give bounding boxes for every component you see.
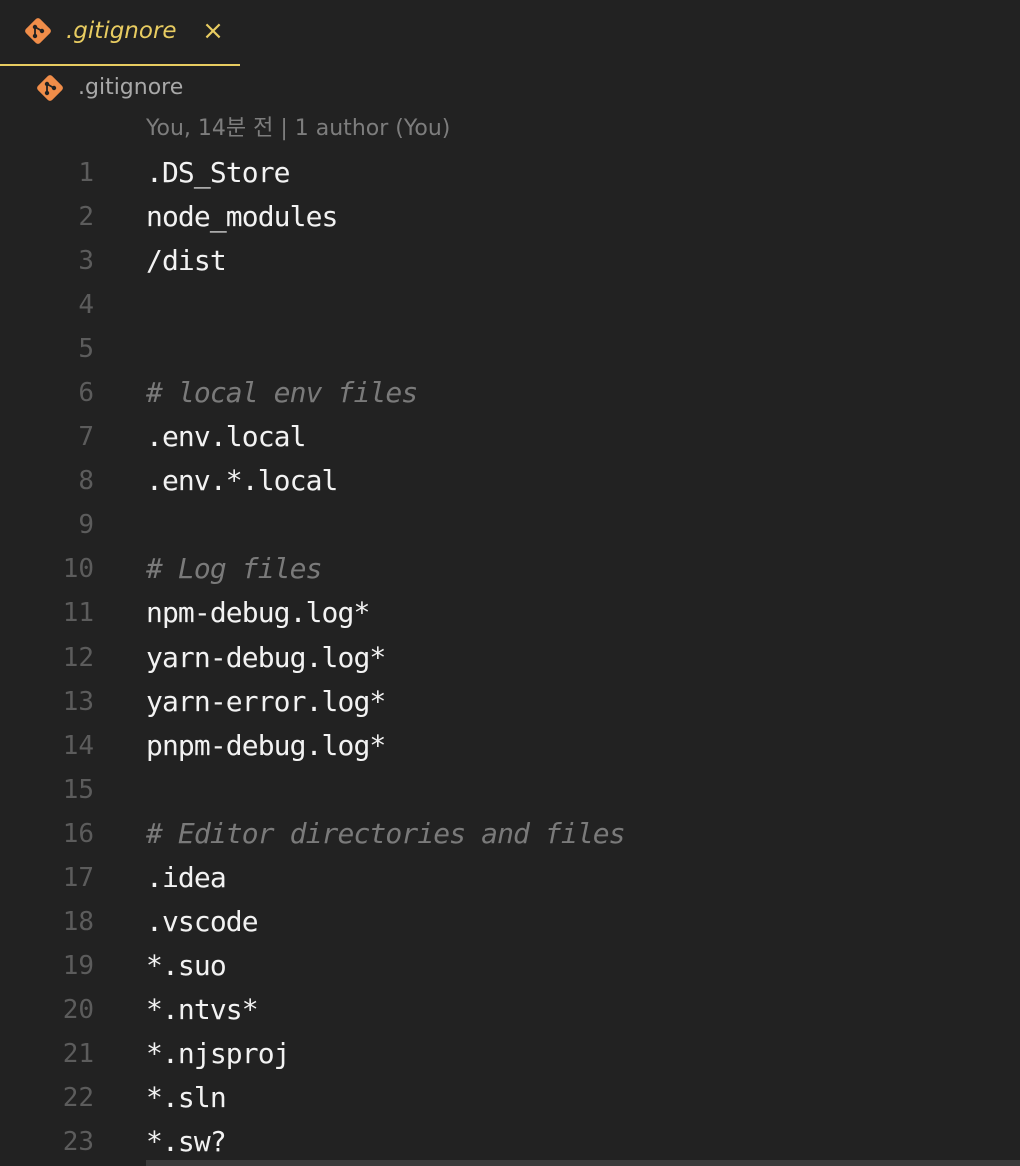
code-text: *.sln [146,1080,227,1114]
code-text: *.njsproj [146,1036,291,1070]
line-number: 1 [78,158,94,188]
line-number: 13 [62,686,94,717]
code-text: npm-debug.log* [146,596,370,630]
line-number: 8 [78,466,94,497]
editor-line[interactable]: 10 # Log files [0,547,1020,591]
line-number: 11 [62,598,94,629]
close-icon[interactable]: × [198,15,228,47]
code-text: *.suo [146,948,227,982]
line-number: 15 [62,774,94,805]
code-text: yarn-error.log* [146,684,386,718]
line-number: 22 [62,1082,94,1113]
tab-label: .gitignore [66,18,177,44]
editor-line[interactable]: 21 *.njsproj [0,1032,1020,1076]
line-number: 17 [62,862,94,893]
editor-line[interactable]: 13 yarn-error.log* [0,680,1020,724]
editor-line[interactable]: 1 .DS_Store [0,151,1020,195]
editor-line[interactable]: 3/dist [0,239,1020,283]
git-icon [25,18,51,44]
line-number: 23 [62,1127,94,1158]
code-text: pnpm-debug.log* [146,728,386,762]
editor-line[interactable]: 12 yarn-debug.log* [0,636,1020,680]
horizontal-scrollbar[interactable] [146,1160,1020,1166]
line-number: 6 [78,378,94,409]
editor-line[interactable]: 19 *.suo [0,944,1020,988]
code-text: .env.local [146,420,306,454]
code-comment: # local env files [146,376,418,410]
code-text: node_modules [146,200,338,234]
code-text: .DS_Store [146,156,291,189]
line-number: 7 [78,422,94,453]
line-number: 3 [78,246,94,277]
editor-line[interactable]: 23 *.sw? [0,1120,1020,1164]
editor-line[interactable]: 16 # Editor directories and files [0,812,1020,856]
line-number: 18 [62,906,94,937]
line-number: 2 [78,202,94,233]
code-text: .idea [146,860,227,894]
editor-line[interactable]: 11 npm-debug.log* [0,591,1020,635]
editor-line[interactable]: 2 node_modules [0,195,1020,239]
line-number: 20 [62,994,94,1025]
line-number: 9 [78,510,94,541]
git-icon [37,75,63,101]
tab-bar: .gitignore × [0,0,1020,66]
breadcrumb: .gitignore [0,68,1020,108]
code-text: /dist [146,244,227,278]
editor-line[interactable]: 9 [0,503,1020,547]
line-number: 21 [62,1038,94,1069]
code-comment: # Log files [146,552,322,586]
code-editor[interactable]: 1 .DS_Store 2 node_modules 3/dist 4 5 6 # local … [0,151,1020,1164]
code-text: .env.*.local [146,464,338,498]
editor-line[interactable]: 6 # local env files [0,371,1020,415]
editor-line[interactable]: 5 [0,327,1020,371]
editor-line[interactable]: 17 .idea [0,856,1020,900]
line-number: 12 [62,642,94,673]
line-number: 5 [78,334,94,365]
editor-line[interactable]: 4 [0,283,1020,327]
line-number: 4 [78,290,94,321]
editor-line[interactable]: 8 .env.*.local [0,459,1020,503]
tab-gitignore[interactable]: .gitignore × [0,0,240,66]
editor-line[interactable]: 7 .env.local [0,415,1020,459]
editor-line[interactable]: 15 [0,768,1020,812]
editor-line[interactable]: 20 *.ntvs* [0,988,1020,1032]
editor-line[interactable]: 18 .vscode [0,900,1020,944]
code-comment: # Editor directories and files [146,816,626,850]
editor-line[interactable]: 14 pnpm-debug.log* [0,724,1020,768]
line-number: 14 [62,730,94,761]
breadcrumb-item-gitignore[interactable]: .gitignore [78,72,183,104]
git-blame-codelens[interactable]: You, 14분 전 | 1 author (You) [146,112,450,146]
code-text: *.ntvs* [146,992,259,1026]
line-number: 16 [62,818,94,849]
code-text: yarn-debug.log* [146,640,386,674]
code-text: *.sw? [146,1125,227,1159]
code-text: .vscode [146,904,259,938]
line-number: 10 [62,554,94,585]
editor-line[interactable]: 22 *.sln [0,1076,1020,1120]
line-number: 19 [62,950,94,981]
